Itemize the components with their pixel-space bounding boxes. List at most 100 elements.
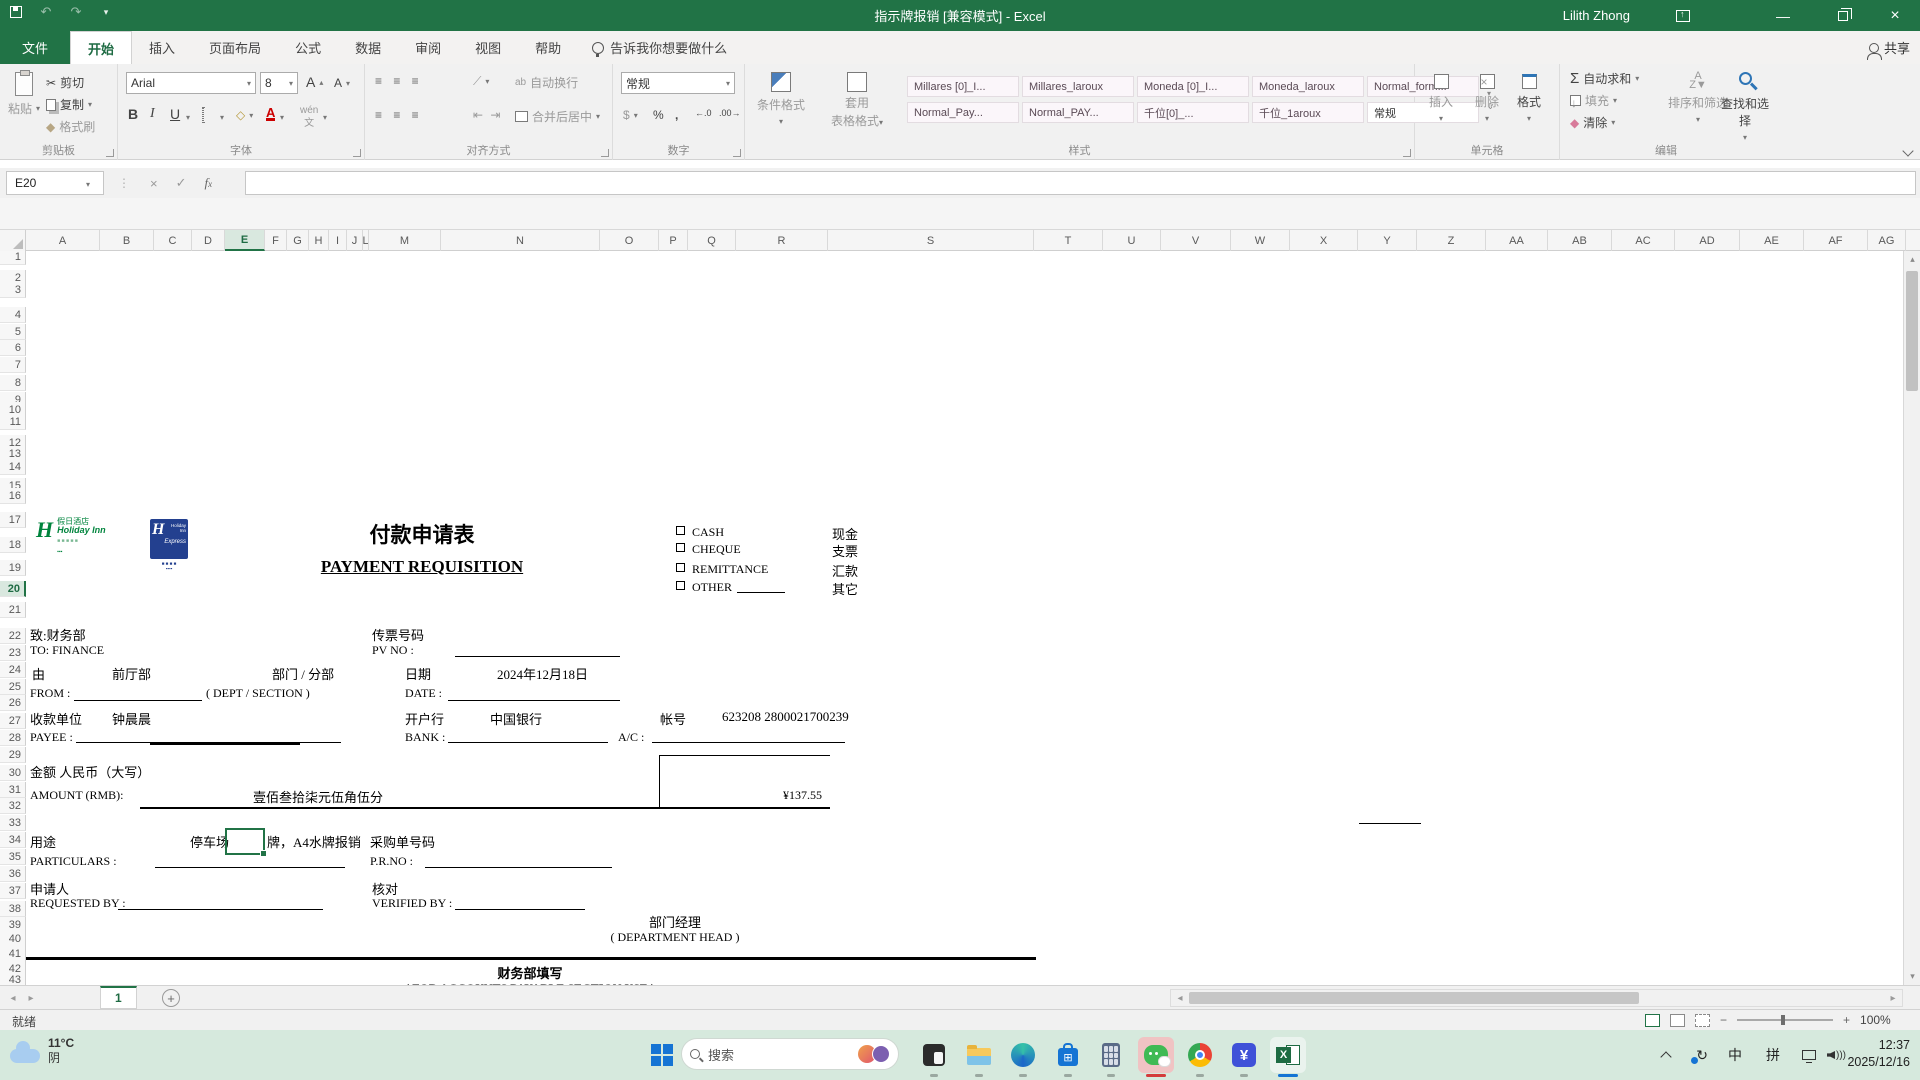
row-header-8[interactable]: 8: [0, 375, 26, 391]
row-header-21[interactable]: 21: [0, 602, 26, 618]
row-header-18[interactable]: 18: [0, 537, 26, 553]
number-dialog-launcher[interactable]: [733, 149, 741, 157]
column-header-AG[interactable]: AG: [1868, 230, 1906, 251]
close-button[interactable]: ×: [1878, 0, 1912, 31]
font-family-select[interactable]: Arial ▾: [126, 72, 256, 94]
column-header-O[interactable]: O: [600, 230, 659, 251]
row-header-14[interactable]: 14: [0, 459, 26, 475]
scroll-up-icon[interactable]: ▴: [1904, 251, 1920, 268]
column-header-B[interactable]: B: [100, 230, 154, 251]
ime-language-icon[interactable]: 中: [1728, 1030, 1742, 1080]
clock-widget[interactable]: 12:37 2025/12/16: [1847, 1037, 1910, 1071]
column-header-AA[interactable]: AA: [1486, 230, 1548, 251]
row-header-28[interactable]: 28: [0, 730, 26, 746]
conditional-formatting-button[interactable]: 条件格式 ▾: [757, 72, 805, 126]
increase-font-icon[interactable]: A ▴: [306, 74, 323, 90]
vertical-align-icons[interactable]: ≡ ≡ ≡: [375, 74, 423, 88]
fill-button[interactable]: ↓ 填充 ▾: [1570, 92, 1617, 110]
row-header-20[interactable]: 20: [0, 581, 26, 597]
formula-input[interactable]: [245, 171, 1916, 195]
indent-icons[interactable]: ⇤ ⇥: [473, 108, 502, 122]
decrease-decimal-button[interactable]: .00→: [719, 108, 741, 118]
column-header-U[interactable]: U: [1103, 230, 1161, 251]
cell-style-Millares [0]_I...[interactable]: Millares [0]_I...: [907, 76, 1019, 97]
scroll-down-icon[interactable]: ▾: [1904, 968, 1920, 985]
column-header-I[interactable]: I: [329, 230, 347, 251]
column-header-Y[interactable]: Y: [1358, 230, 1417, 251]
format-painter-button[interactable]: ◆ 格式刷: [46, 118, 95, 135]
column-header-S[interactable]: S: [828, 230, 1034, 251]
insert-cells-button[interactable]: 插入 ▾: [1429, 74, 1453, 123]
row-header-43[interactable]: 43: [0, 972, 26, 985]
row-header-29[interactable]: 29: [0, 747, 26, 763]
increase-decimal-button[interactable]: ←.0: [695, 108, 712, 118]
weather-widget[interactable]: 11°C 阴: [10, 1036, 74, 1066]
share-button[interactable]: 共享: [1866, 31, 1910, 64]
row-header-25[interactable]: 25: [0, 679, 26, 695]
borders-arrow[interactable]: ▾: [220, 113, 224, 122]
row-header-32[interactable]: 32: [0, 798, 26, 814]
underline-button[interactable]: U: [170, 106, 180, 122]
column-header-AC[interactable]: AC: [1612, 230, 1675, 251]
row-header-40[interactable]: 40: [0, 931, 26, 947]
tab-插入[interactable]: 插入: [132, 31, 192, 64]
column-header-AB[interactable]: AB: [1548, 230, 1612, 251]
column-header-G[interactable]: G: [287, 230, 309, 251]
cell-style-千位[0]_...[interactable]: 千位[0]_...: [1137, 102, 1249, 123]
row-header-22[interactable]: 22: [0, 628, 26, 644]
tab-开始[interactable]: 开始: [70, 31, 133, 64]
row-header-16[interactable]: 16: [0, 488, 26, 504]
font-color-arrow[interactable]: ▾: [280, 113, 284, 122]
column-header-W[interactable]: W: [1231, 230, 1290, 251]
row-header-19[interactable]: 19: [0, 560, 26, 576]
start-button[interactable]: [644, 1037, 680, 1073]
account-user[interactable]: Lilith Zhong: [1563, 0, 1630, 31]
column-header-R[interactable]: R: [736, 230, 828, 251]
zoom-out-icon[interactable]: −: [1720, 1013, 1727, 1027]
excel-app-icon[interactable]: X: [1270, 1037, 1306, 1073]
volume-icon[interactable]: ))): [1827, 1030, 1846, 1080]
autosum-button[interactable]: Σ 自动求和 ▾: [1570, 70, 1639, 87]
wrap-text-button[interactable]: ab 自动换行: [515, 74, 578, 91]
delete-cells-button[interactable]: × 删除 ▾: [1475, 74, 1499, 123]
row-header-23[interactable]: 23: [0, 645, 26, 661]
row-header-5[interactable]: 5: [0, 324, 26, 340]
percent-button[interactable]: %: [653, 108, 664, 122]
fill-color-button[interactable]: ◇ ▾: [236, 108, 253, 122]
row-header-35[interactable]: 35: [0, 849, 26, 865]
column-header-Q[interactable]: Q: [688, 230, 736, 251]
sheet-tab-1[interactable]: 1: [100, 986, 137, 1009]
tab-数据[interactable]: 数据: [338, 31, 398, 64]
tab-公式[interactable]: 公式: [278, 31, 338, 64]
column-header-E[interactable]: E: [225, 230, 265, 251]
row-header-33[interactable]: 33: [0, 815, 26, 831]
clear-button[interactable]: ◆ 清除 ▾: [1570, 114, 1615, 131]
column-header-D[interactable]: D: [192, 230, 225, 251]
hscroll-right-icon[interactable]: ▸: [1884, 990, 1902, 1006]
column-header-V[interactable]: V: [1161, 230, 1231, 251]
clipboard-dialog-launcher[interactable]: [106, 149, 114, 157]
find-select-button[interactable]: 查找和选择 ▾: [1718, 72, 1772, 142]
row-header-27[interactable]: 27: [0, 713, 26, 729]
cell-style-千位_1aroux[interactable]: 千位_1aroux: [1252, 102, 1364, 123]
page-break-view-icon[interactable]: [1695, 1013, 1710, 1027]
zoom-slider[interactable]: [1737, 1015, 1834, 1025]
alignment-dialog-launcher[interactable]: [601, 149, 609, 157]
orientation-button[interactable]: ⟋ ▾: [473, 74, 489, 89]
comma-button[interactable]: ,: [675, 108, 678, 122]
bold-button[interactable]: B: [128, 106, 138, 122]
cell-style-Normal_Pay...[interactable]: Normal_Pay...: [907, 102, 1019, 123]
row-header-3[interactable]: 3: [0, 282, 26, 298]
tell-me-box[interactable]: 告诉我你想要做什么: [578, 31, 741, 64]
font-size-select[interactable]: 8 ▾: [260, 72, 298, 94]
row-header-7[interactable]: 7: [0, 357, 26, 373]
copy-button[interactable]: 复制 ▾: [46, 96, 92, 113]
borders-button[interactable]: [202, 107, 204, 123]
checkbox-remittance[interactable]: [676, 563, 685, 572]
restore-button[interactable]: [1826, 0, 1860, 31]
row-header-37[interactable]: 37: [0, 883, 26, 899]
column-header-M[interactable]: M: [369, 230, 441, 251]
row-header-30[interactable]: 30: [0, 765, 26, 781]
row-header-31[interactable]: 31: [0, 782, 26, 798]
underline-arrow[interactable]: ▾: [186, 113, 190, 122]
